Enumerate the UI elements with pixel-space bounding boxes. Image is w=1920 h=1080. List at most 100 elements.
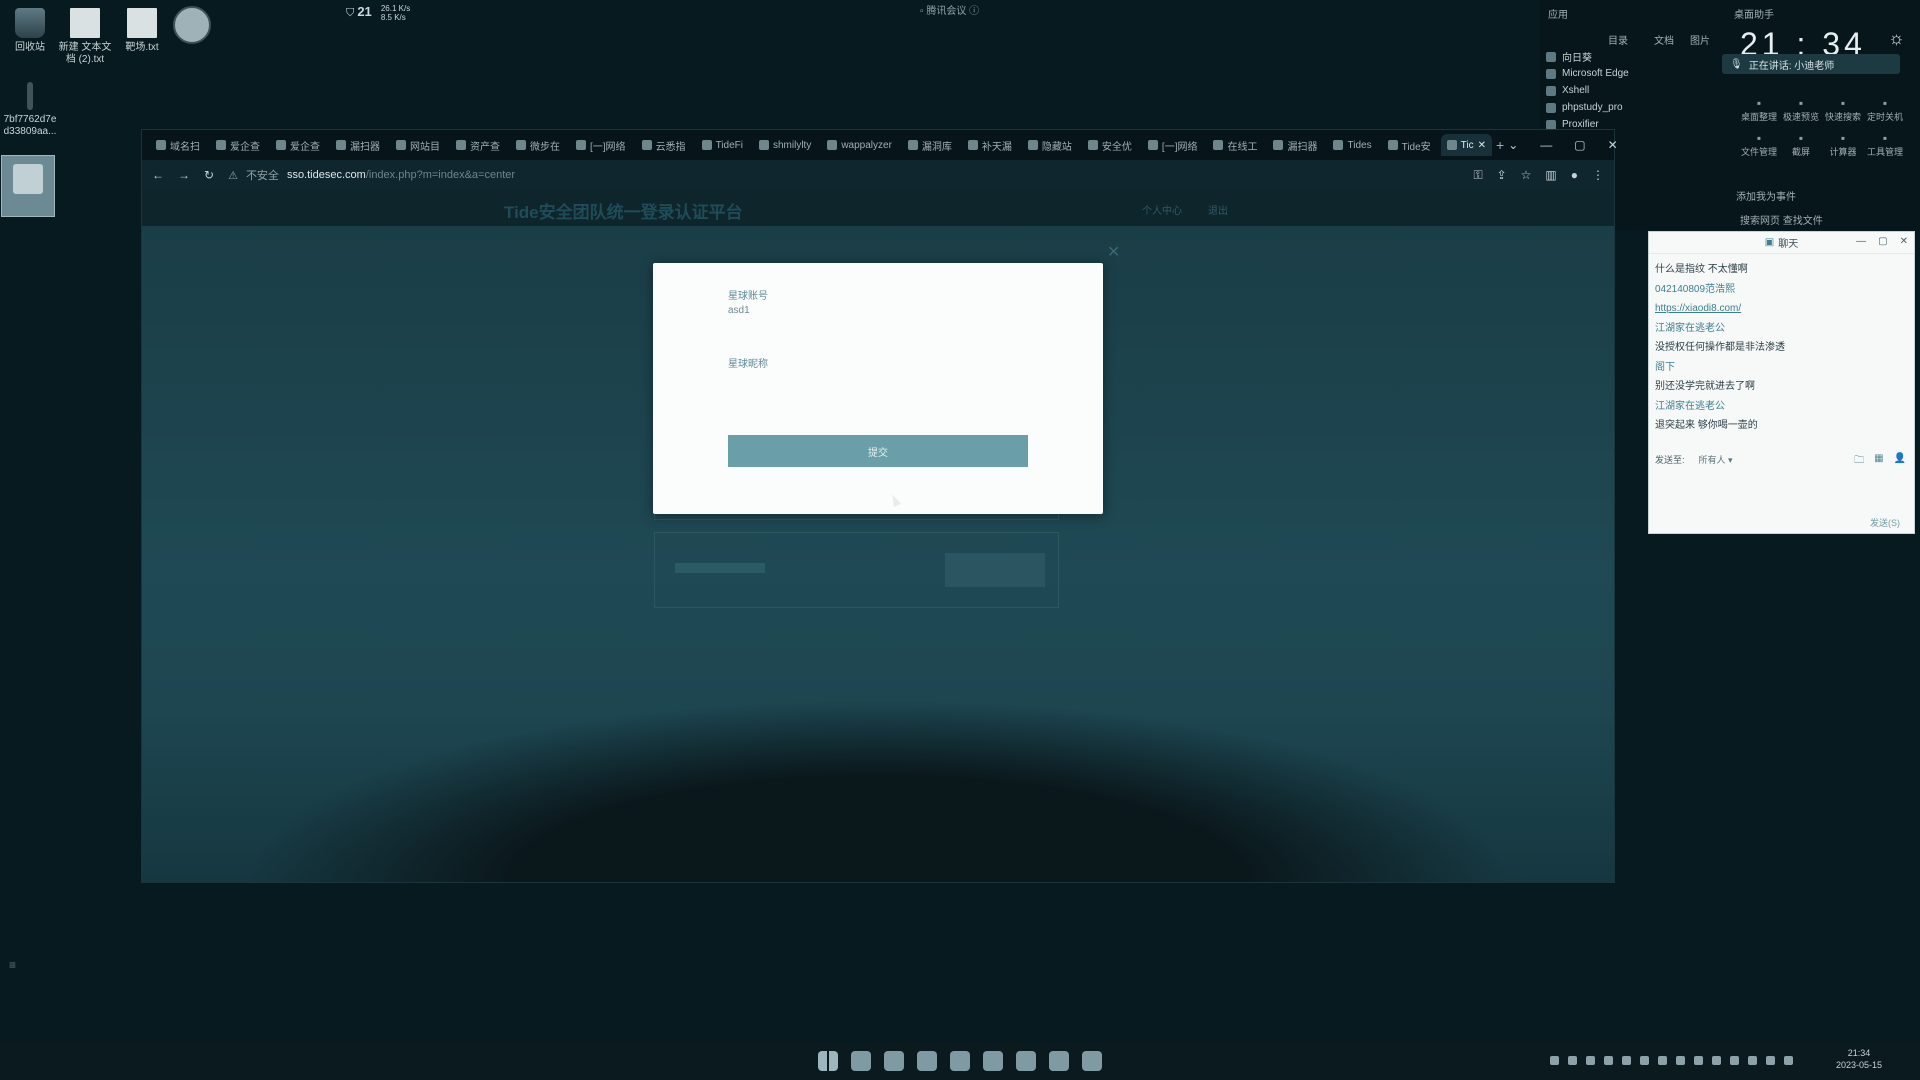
browser-tab[interactable]: 隐藏站 <box>1022 134 1078 156</box>
star-icon[interactable]: ☆ <box>1521 168 1532 183</box>
browser-tab[interactable]: wappalyzer <box>821 134 898 156</box>
browser-tab[interactable]: 补天漏 <box>962 134 1018 156</box>
menu-icon[interactable]: ⋮ <box>1592 168 1604 183</box>
browser-tab[interactable]: 资产查 <box>450 134 506 156</box>
volume-icon[interactable] <box>1784 1056 1793 1065</box>
settings-icon[interactable]: ☼ <box>1888 28 1905 49</box>
browser-tab[interactable]: 漏扫器 <box>330 134 386 156</box>
hamburger-icon[interactable]: ≡ <box>9 958 16 972</box>
overlay-close-icon[interactable]: ✕ <box>1107 242 1120 262</box>
maximize-button[interactable]: ▢ <box>1574 138 1585 152</box>
tool-screenshot[interactable]: 截屏 <box>1780 131 1822 158</box>
photos-icon[interactable] <box>1016 1051 1036 1071</box>
browser-tab[interactable]: Tic ✕ <box>1440 134 1493 156</box>
steam-icon[interactable] <box>1082 1051 1102 1071</box>
windows-start-icon[interactable] <box>818 1051 838 1071</box>
profile-icon[interactable]: ● <box>1571 168 1578 183</box>
tool-quick-preview[interactable]: 极速预览 <box>1780 96 1822 123</box>
tool-desktop-organize[interactable]: 桌面整理 <box>1738 96 1780 123</box>
app-item[interactable]: phpstudy_pro <box>1546 99 1629 116</box>
share-icon[interactable]: ⇪ <box>1497 168 1507 183</box>
browser-tab[interactable]: Tides <box>1327 134 1377 156</box>
new-tab-button[interactable]: + <box>1496 137 1504 153</box>
send-button[interactable]: 发送(S) <box>1870 516 1900 529</box>
tray-icon[interactable] <box>1694 1056 1703 1065</box>
user-icon[interactable]: 👤 <box>1894 453 1906 470</box>
desktop-icon-hash-file[interactable]: 7bf7762d7e d33809aa... <box>0 82 60 138</box>
tray-icon[interactable] <box>1748 1056 1757 1065</box>
browser-tab[interactable]: 爱企查 <box>210 134 266 156</box>
chat-message[interactable]: https://xiaodi8.com/ <box>1655 299 1908 319</box>
desktop-icon-recycle-bin[interactable]: 回收站 <box>2 8 58 54</box>
desktop-icon-target-txt[interactable]: 靶场.txt <box>114 8 170 54</box>
tool-quick-search[interactable]: 快速搜索 <box>1822 96 1864 123</box>
file-icon[interactable]: 🗀 <box>1854 453 1864 470</box>
network-icon[interactable] <box>1766 1056 1775 1065</box>
browser-tab[interactable]: TideFi <box>696 134 749 156</box>
desktop-icon-image[interactable] <box>164 6 220 48</box>
account-input[interactable] <box>728 299 1028 321</box>
browser-tab[interactable]: shmilylty <box>753 134 817 156</box>
chrome-icon[interactable] <box>917 1051 937 1071</box>
meeting-indicator[interactable]: ▫ 腾讯会议 ⓘ <box>920 2 979 17</box>
file-explorer-icon[interactable] <box>851 1051 871 1071</box>
mail-icon[interactable] <box>983 1051 1003 1071</box>
maximize-button[interactable]: ▢ <box>1878 236 1887 247</box>
key-icon[interactable]: ⚿ <box>1473 168 1482 183</box>
nickname-input[interactable] <box>728 367 1028 389</box>
tab-apps[interactable]: 应用 <box>1548 6 1568 21</box>
tray-icon[interactable] <box>1622 1056 1631 1065</box>
tray-icon[interactable] <box>1712 1056 1721 1065</box>
app-icon[interactable] <box>950 1051 970 1071</box>
browser-tab[interactable]: 云悉指 <box>636 134 692 156</box>
terminal-icon[interactable] <box>1049 1051 1069 1071</box>
minimize-button[interactable]: — <box>1540 138 1552 152</box>
tool-manager[interactable]: 工具管理 <box>1864 131 1906 158</box>
reload-icon[interactable]: ↻ <box>204 168 214 182</box>
tray-icon[interactable] <box>1640 1056 1649 1065</box>
tray-icon[interactable] <box>1568 1056 1577 1065</box>
browser-tab[interactable]: 域名扫 <box>150 134 206 156</box>
browser-tab[interactable]: 漏扫器 <box>1267 134 1323 156</box>
close-tab-icon[interactable]: ✕ <box>1478 140 1486 151</box>
tab-documents[interactable]: 文档 <box>1654 32 1674 47</box>
tray-icon[interactable] <box>1604 1056 1613 1065</box>
browser-tab[interactable]: 爱企查 <box>270 134 326 156</box>
tray-icon[interactable] <box>1658 1056 1667 1065</box>
close-button[interactable]: ✕ <box>1608 138 1618 152</box>
sidebar-icon[interactable]: ▥ <box>1545 168 1556 183</box>
desktop-icon-new-text-file[interactable]: 新建 文本文档 (2).txt <box>57 8 113 66</box>
user-center-link[interactable]: 个人中心 <box>1142 202 1182 217</box>
tray-icon[interactable] <box>1550 1056 1559 1065</box>
tool-calculator[interactable]: 计算器 <box>1822 131 1864 158</box>
app-item[interactable]: Microsoft Edge <box>1546 65 1629 82</box>
desktop-icon-selected-folder[interactable] <box>1 155 55 217</box>
app-item[interactable]: Xshell <box>1546 82 1629 99</box>
tool-file-manager[interactable]: 文件管理 <box>1738 131 1780 158</box>
tray-icon[interactable] <box>1586 1056 1595 1065</box>
todo-link[interactable]: 添加我为事件 <box>1736 188 1796 203</box>
submit-button[interactable]: 提交 <box>728 435 1028 467</box>
tool-timed-shutdown[interactable]: 定时关机 <box>1864 96 1906 123</box>
tab-directory[interactable]: 目录 <box>1608 32 1628 47</box>
browser-tab[interactable]: 在线工 <box>1207 134 1263 156</box>
calendar-icon[interactable]: ▦ <box>1874 453 1883 470</box>
minimize-button[interactable]: — <box>1856 236 1866 247</box>
url-field[interactable]: ⚠ 不安全 sso.tidesec.com/index.php?m=index&… <box>228 167 515 183</box>
browser-tab[interactable]: [一]网络 <box>1142 134 1204 156</box>
logout-link[interactable]: 退出 <box>1208 202 1228 217</box>
back-icon[interactable]: ← <box>152 168 164 182</box>
search-links[interactable]: 搜索网页 查找文件 <box>1740 212 1823 227</box>
taskbar-clock[interactable]: 21:34 2023-05-15 <box>1836 1047 1882 1071</box>
tray-icon[interactable] <box>1730 1056 1739 1065</box>
tab-search-icon[interactable]: ⌄ <box>1508 138 1518 152</box>
browser-tab[interactable]: Tide安 <box>1382 134 1437 156</box>
close-button[interactable]: ✕ <box>1900 236 1908 247</box>
forward-icon[interactable]: → <box>178 168 190 182</box>
browser-tab[interactable]: [一]网络 <box>570 134 632 156</box>
edge-icon[interactable] <box>884 1051 904 1071</box>
browser-tab[interactable]: 安全优 <box>1082 134 1138 156</box>
app-item[interactable]: 向日葵 <box>1546 48 1629 65</box>
recipient-select[interactable]: 所有人 ▾ <box>1699 453 1733 466</box>
tray-icon[interactable] <box>1676 1056 1685 1065</box>
